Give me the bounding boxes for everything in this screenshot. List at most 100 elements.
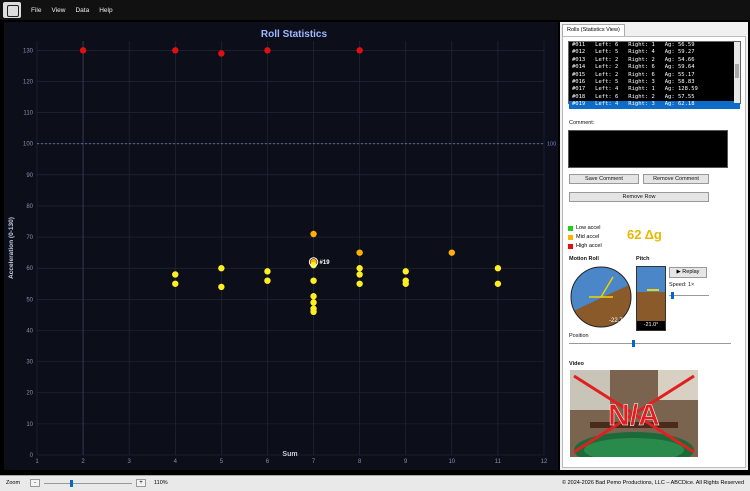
y-tick-label: 10 (26, 422, 33, 428)
data-point-low[interactable] (218, 283, 225, 291)
zoom-out-button[interactable]: - (30, 479, 40, 487)
roll-list-item[interactable]: #011 Left: 6 Right: 1 Ag: 56.59 (569, 42, 740, 49)
y-tick-label: 70 (26, 235, 33, 241)
data-point-low[interactable] (310, 299, 317, 306)
zoom-value: 110% (154, 480, 168, 486)
roll-list-item[interactable]: #018 Left: 6 Right: 2 Ag: 57.55 (569, 94, 740, 101)
copyright-text: © 2024-2026 Bad Pemo Productions, LLC – … (562, 480, 744, 486)
x-tick-label: 11 (495, 459, 502, 465)
x-tick-label: 6 (266, 459, 270, 465)
zoom-slider[interactable] (44, 483, 132, 484)
scrollbar-thumb[interactable] (735, 64, 739, 78)
video-preview[interactable]: N/A (570, 370, 698, 457)
chart-title: Roll Statistics (261, 29, 328, 40)
data-point-low[interactable] (218, 265, 225, 272)
x-tick-label: 4 (174, 459, 178, 465)
legend-swatch (568, 225, 573, 231)
position-slider-thumb[interactable] (632, 340, 635, 347)
data-point-high[interactable] (172, 47, 179, 54)
roll-list-item[interactable]: #012 Left: 5 Right: 4 Ag: 59.27 (569, 49, 740, 56)
x-tick-label: 7 (312, 459, 316, 465)
side-panel-content: #011 Left: 6 Right: 1 Ag: 56.59 #012 Left… (562, 36, 746, 468)
data-point-high[interactable] (264, 47, 271, 54)
data-point-low[interactable] (402, 280, 409, 287)
legend-label: Low accel (576, 225, 601, 231)
data-point-low[interactable] (310, 293, 317, 300)
data-point-high[interactable] (356, 47, 363, 54)
x-tick-label: 2 (81, 459, 85, 465)
replay-button[interactable]: ▶ Replay (669, 267, 707, 278)
video-na-text: N/A (608, 399, 660, 432)
data-point-low[interactable] (310, 308, 317, 316)
speed-slider-thumb[interactable] (671, 292, 674, 299)
data-point-low[interactable] (356, 280, 363, 287)
data-point-low[interactable] (494, 265, 502, 272)
rolls-scrollbar[interactable] (734, 42, 740, 103)
tab-rolls-statistics[interactable]: Rolls (Statistics View) (562, 24, 625, 36)
roll-gauge: -22.7° (570, 266, 632, 328)
data-point-mid[interactable] (448, 249, 456, 256)
data-point-low[interactable] (402, 268, 409, 275)
roll-list-item[interactable]: #016 Left: 5 Right: 3 Ag: 58.83 (569, 79, 740, 86)
pitch-indicator: -21.0° (636, 266, 666, 331)
scatter-plot[interactable]: 01020304050607080901001101201301 2 3 4 5 6 7 8 9… (4, 22, 558, 470)
y-tick-label: 20 (26, 391, 33, 397)
x-tick-label: 8 (358, 459, 362, 465)
save-comment-button[interactable]: Save Comment (569, 174, 639, 184)
x-tick-label: 1 (35, 459, 39, 465)
comment-label: Comment: (569, 120, 595, 126)
g-value: 62 Δg (627, 227, 662, 242)
legend-swatch (568, 243, 573, 249)
zoom-in-button[interactable]: + (136, 479, 146, 487)
data-point-mid[interactable] (310, 230, 317, 238)
position-slider[interactable] (569, 343, 731, 344)
data-point-low[interactable] (264, 268, 271, 275)
speed-label: Speed: 1× (669, 282, 695, 288)
y-tick-label: 30 (26, 360, 33, 366)
pitch-marker (647, 289, 659, 291)
x-tick-label: 9 (404, 459, 408, 465)
x-tick-label: 5 (220, 459, 224, 465)
roll-readout: -22.7° (609, 318, 626, 324)
data-point-low[interactable] (310, 277, 317, 284)
pitch-readout: -21.0° (637, 321, 665, 330)
y-tick-label: 130 (23, 48, 34, 54)
x-tick-label: 12 (541, 459, 548, 465)
data-point-low[interactable] (356, 265, 363, 272)
comment-input[interactable] (568, 130, 728, 168)
remove-row-button[interactable]: Remove Row (569, 192, 709, 202)
x-tick-label: 3 (128, 459, 132, 465)
zoom-slider-thumb[interactable] (70, 480, 73, 487)
roll-list-item[interactable]: #017 Left: 4 Right: 1 Ag: 128.59 (569, 86, 740, 93)
motion-roll-label: Motion Roll (569, 256, 599, 262)
roll-list-item[interactable]: #019 Left: 4 Right: 3 Ag: 62.18 (569, 101, 740, 109)
data-point-mid[interactable] (356, 249, 363, 256)
menu-help[interactable]: Help (99, 7, 112, 14)
roll-statistics-chart[interactable]: 0 10 20 30 40 50 60 70 80 90 100 110 120 130 1 2 3 4 5 6 7 8 9… (4, 22, 558, 470)
legend-swatch (568, 234, 573, 240)
menu-file[interactable]: File (31, 7, 41, 14)
data-point-low[interactable] (172, 280, 179, 287)
y-axis-label: Acceleration (0-130) (8, 217, 15, 279)
menu-data[interactable]: Data (75, 7, 89, 14)
roll-list-item[interactable]: #015 Left: 2 Right: 6 Ag: 55.17 (569, 72, 740, 79)
status-bar: Zoom - + 110% © 2024-2026 Bad Pemo Produ… (0, 475, 750, 491)
menu-view[interactable]: View (51, 7, 65, 14)
y-tick-label: 90 (26, 173, 33, 179)
data-point-high[interactable] (79, 47, 87, 54)
data-point-low[interactable] (264, 277, 271, 284)
y-tick-label: 50 (26, 297, 33, 303)
roll-list-item[interactable]: #013 Left: 2 Right: 2 Ag: 54.66 (569, 57, 740, 64)
x-axis-label: Sum (282, 451, 297, 458)
roll-list-item[interactable]: #014 Left: 2 Right: 6 Ag: 59.64 (569, 64, 740, 71)
data-point-low[interactable] (356, 271, 363, 278)
remove-comment-button[interactable]: Remove Comment (643, 174, 709, 184)
pitch-label: Pitch (636, 256, 650, 262)
rolls-list[interactable]: #011 Left: 6 Right: 1 Ag: 56.59 #012 Left… (568, 41, 741, 109)
speed-slider[interactable] (669, 295, 709, 296)
selected-point-label: #19 (320, 260, 331, 266)
data-point-high[interactable] (218, 50, 225, 57)
y-tick-label: 110 (23, 111, 33, 117)
data-point-low[interactable] (172, 271, 179, 278)
data-point-low[interactable] (494, 280, 502, 287)
